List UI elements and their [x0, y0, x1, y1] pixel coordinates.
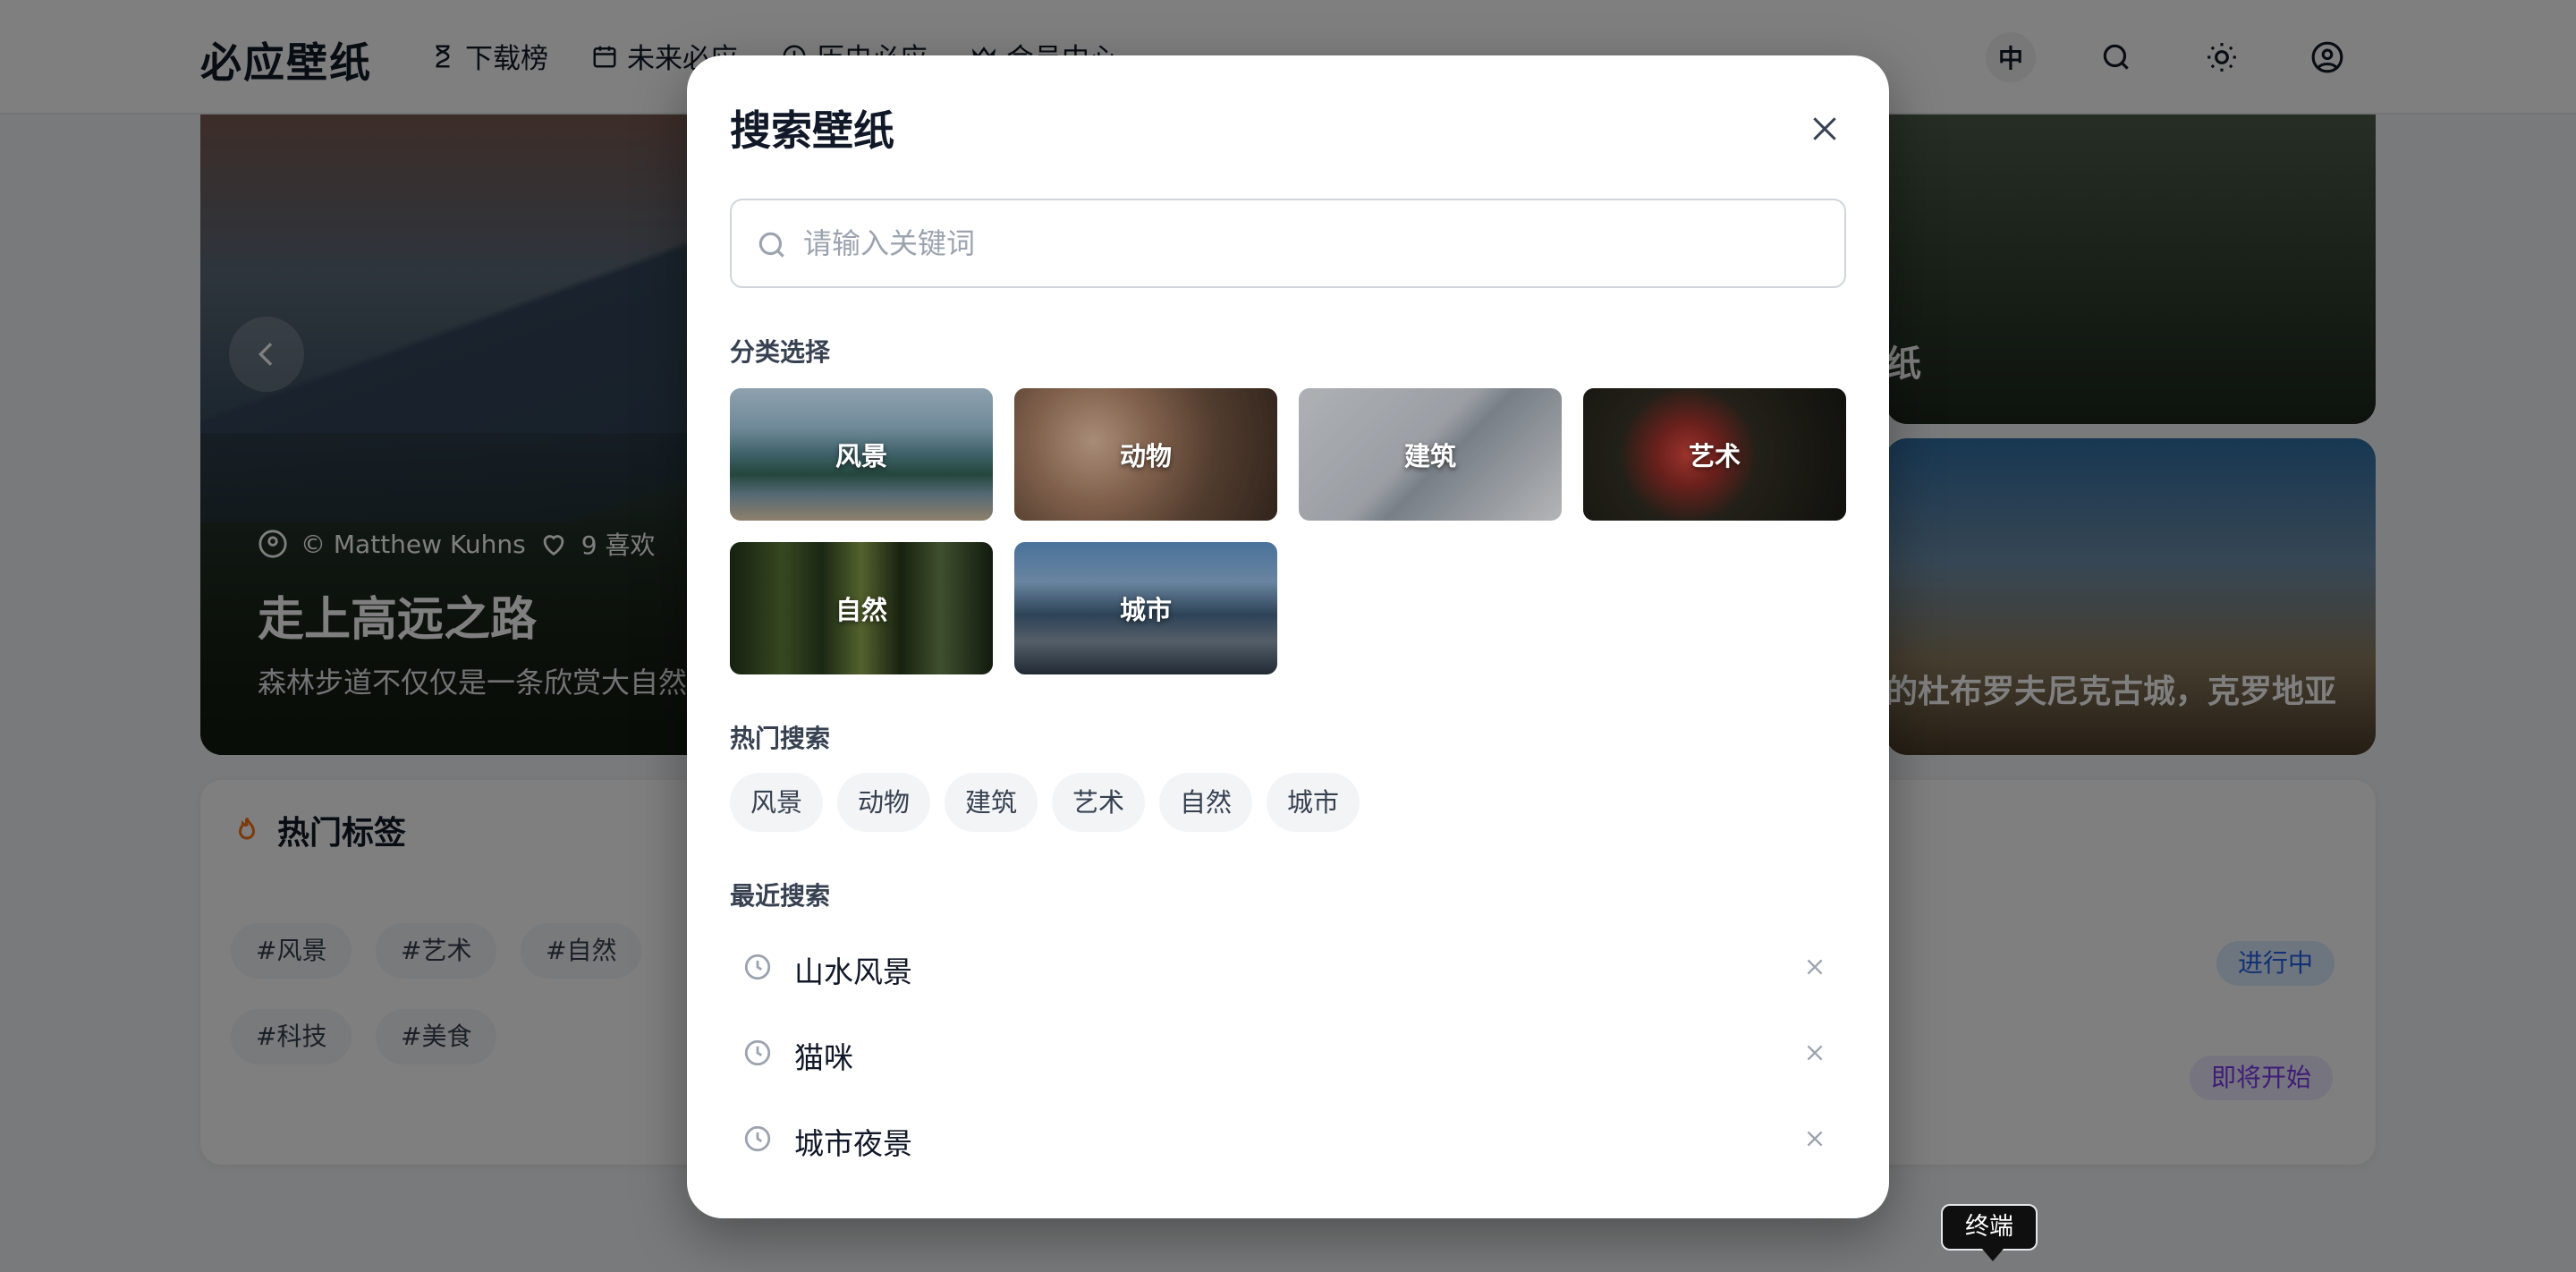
clock-icon: [744, 954, 771, 980]
modal-close-button[interactable]: [1803, 107, 1846, 150]
category-tile-animal[interactable]: 动物: [1014, 388, 1277, 521]
remove-recent-button[interactable]: [1800, 1124, 1830, 1154]
close-icon: [1813, 117, 1836, 140]
category-tile-city[interactable]: 城市: [1014, 542, 1277, 674]
recent-search-item[interactable]: 山水风景: [730, 932, 1846, 1004]
taskbar-tooltip: 终端: [1941, 1204, 2038, 1261]
recent-search-text: 城市夜景: [794, 1126, 912, 1161]
hot-search-chip[interactable]: 风景: [730, 773, 823, 832]
search-modal: 搜索壁纸 分类选择 风景 动物 建筑 艺术 自然 城市 热门搜索 风景 动物 建…: [687, 55, 1889, 1218]
hot-search-chip[interactable]: 自然: [1159, 773, 1252, 832]
search-input[interactable]: [803, 200, 1832, 286]
recent-search-text: 山水风景: [794, 954, 912, 989]
categories-label: 分类选择: [730, 337, 831, 367]
clock-icon: [744, 1125, 771, 1152]
hot-search-chip[interactable]: 城市: [1267, 773, 1360, 832]
category-label: 城市: [1119, 595, 1172, 625]
category-label: 自然: [835, 595, 887, 625]
close-icon: [1807, 1131, 1823, 1147]
category-label: 艺术: [1688, 441, 1741, 471]
close-icon: [1807, 1045, 1823, 1061]
hot-search-chip[interactable]: 动物: [837, 773, 930, 832]
recent-search-item[interactable]: 猫咪: [730, 1018, 1846, 1090]
recent-search-text: 猫咪: [794, 1040, 853, 1075]
category-label: 风景: [835, 441, 887, 471]
hot-search-chip[interactable]: 建筑: [945, 773, 1038, 832]
category-tile-nature[interactable]: 自然: [730, 542, 993, 674]
modal-title: 搜索壁纸: [730, 106, 894, 155]
category-label: 建筑: [1403, 441, 1456, 471]
recent-search-item[interactable]: 城市夜景: [730, 1104, 1846, 1175]
hot-search-chip[interactable]: 艺术: [1052, 773, 1145, 832]
search-box: [730, 199, 1846, 288]
recent-searches-label: 最近搜索: [730, 881, 831, 911]
remove-recent-button[interactable]: [1800, 1038, 1830, 1068]
search-icon: [758, 232, 784, 258]
remove-recent-button[interactable]: [1800, 952, 1830, 982]
category-label: 动物: [1119, 441, 1172, 471]
close-icon: [1807, 959, 1823, 975]
category-tile-landscape[interactable]: 风景: [730, 388, 993, 521]
clock-icon: [744, 1039, 771, 1066]
hot-searches-label: 热门搜索: [730, 724, 831, 753]
category-tile-architecture[interactable]: 建筑: [1299, 388, 1562, 521]
category-tile-art[interactable]: 艺术: [1583, 388, 1846, 521]
